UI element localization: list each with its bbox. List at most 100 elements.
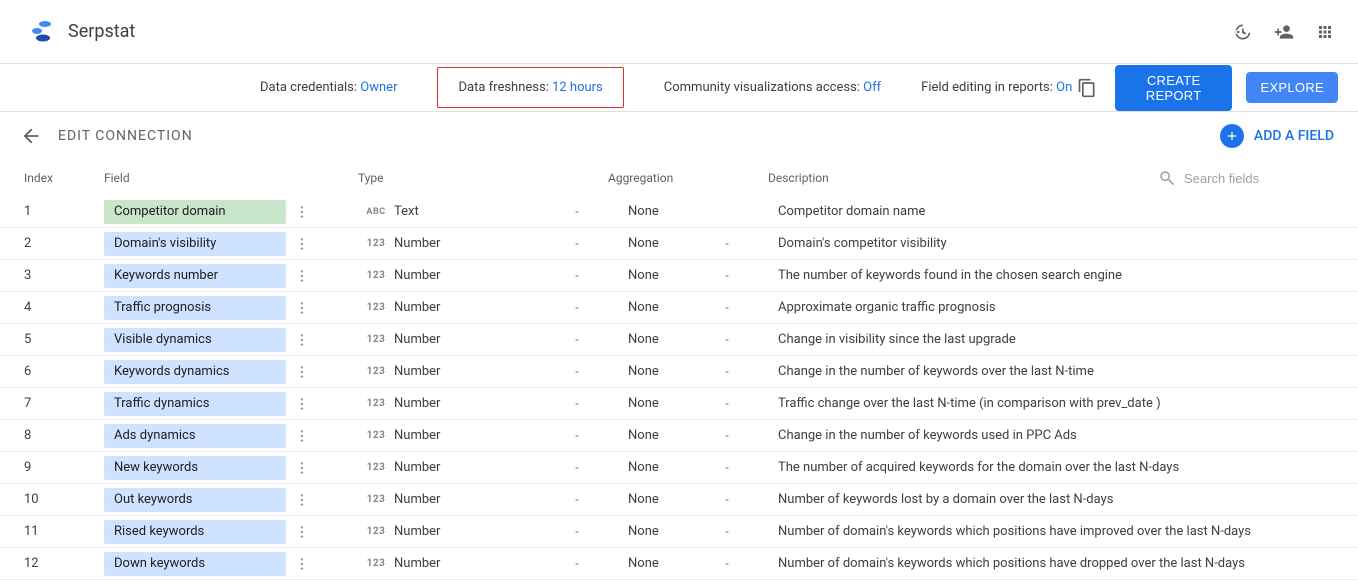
more-vert-icon[interactable] (294, 460, 310, 476)
more-vert-icon[interactable] (294, 524, 310, 540)
aggregation-cell[interactable]: None (608, 396, 758, 411)
type-cell[interactable]: 123Number (358, 364, 608, 379)
field-chip[interactable]: Traffic prognosis (104, 296, 286, 320)
field-chip[interactable]: Rised keywords (104, 520, 286, 544)
chevron-down-icon[interactable] (722, 495, 758, 505)
search-fields[interactable] (1158, 169, 1338, 187)
back-arrow-icon[interactable] (20, 125, 42, 147)
field-chip[interactable]: Out keywords (104, 488, 286, 512)
more-vert-icon[interactable] (294, 396, 310, 412)
type-cell[interactable]: 123Number (358, 300, 608, 315)
more-vert-icon[interactable] (294, 332, 310, 348)
row-index: 5 (24, 332, 104, 347)
table-row: 2Domain's visibility123NumberNoneDomain'… (0, 228, 1358, 260)
copy-icon[interactable] (1072, 70, 1101, 106)
chevron-down-icon[interactable] (572, 207, 608, 217)
description-cell: The number of acquired keywords for the … (758, 460, 1338, 475)
chevron-down-icon[interactable] (722, 463, 758, 473)
more-vert-icon[interactable] (294, 236, 310, 252)
type-cell[interactable]: 123Number (358, 268, 608, 283)
setting-field-editing[interactable]: Field editing in reports: On (921, 80, 1072, 95)
type-label: Number (394, 236, 572, 251)
chevron-down-icon[interactable] (722, 559, 758, 569)
add-field-button[interactable]: ADD A FIELD (1220, 124, 1334, 148)
more-vert-icon[interactable] (294, 428, 310, 444)
more-vert-icon[interactable] (294, 492, 310, 508)
aggregation-cell[interactable]: None (608, 492, 758, 507)
field-chip[interactable]: New keywords (104, 456, 286, 480)
aggregation-cell[interactable]: None (608, 524, 758, 539)
aggregation-cell[interactable]: None (608, 460, 758, 475)
more-vert-icon[interactable] (294, 268, 310, 284)
chevron-down-icon[interactable] (572, 239, 608, 249)
type-cell[interactable]: 123Number (358, 492, 608, 507)
type-cell[interactable]: 123Number (358, 524, 608, 539)
chevron-down-icon[interactable] (572, 495, 608, 505)
aggregation-cell[interactable]: None (608, 364, 758, 379)
more-vert-icon[interactable] (294, 204, 310, 220)
field-chip[interactable]: Ads dynamics (104, 424, 286, 448)
type-cell[interactable]: ABCText (358, 204, 608, 219)
row-index: 9 (24, 460, 104, 475)
explore-button[interactable]: Explore (1246, 72, 1338, 103)
chevron-down-icon[interactable] (572, 335, 608, 345)
aggregation-label: None (608, 332, 722, 347)
aggregation-cell[interactable]: None (608, 268, 758, 283)
chevron-down-icon[interactable] (572, 463, 608, 473)
chevron-down-icon[interactable] (572, 559, 608, 569)
field-chip[interactable]: Keywords dynamics (104, 360, 286, 384)
chevron-down-icon[interactable] (572, 271, 608, 281)
row-index: 1 (24, 204, 104, 219)
chevron-down-icon[interactable] (572, 399, 608, 409)
brand-title: Serpstat (68, 21, 135, 42)
setting-data-freshness[interactable]: Data freshness: 12 hours (437, 67, 623, 108)
chevron-down-icon[interactable] (572, 303, 608, 313)
chevron-down-icon[interactable] (572, 431, 608, 441)
field-chip[interactable]: Domain's visibility (104, 232, 286, 256)
editbar: EDIT CONNECTION ADD A FIELD (0, 112, 1358, 160)
chevron-down-icon[interactable] (722, 271, 758, 281)
field-chip[interactable]: Traffic dynamics (104, 392, 286, 416)
aggregation-cell[interactable]: None (608, 556, 758, 571)
aggregation-cell[interactable]: None (608, 300, 758, 315)
more-vert-icon[interactable] (294, 556, 310, 572)
aggregation-cell[interactable]: None (608, 428, 758, 443)
aggregation-cell[interactable]: None (608, 332, 758, 347)
table-row: 4Traffic prognosis123NumberNoneApproxima… (0, 292, 1358, 324)
setting-data-credentials[interactable]: Data credentials: Owner (260, 80, 397, 95)
add-person-icon[interactable] (1274, 22, 1294, 42)
description-cell: Traffic change over the last N-time (in … (758, 396, 1338, 411)
create-report-button[interactable]: Create Report (1115, 65, 1233, 111)
setting-label: Field editing in reports: (921, 80, 1056, 95)
more-vert-icon[interactable] (294, 300, 310, 316)
chevron-down-icon[interactable] (722, 431, 758, 441)
type-cell[interactable]: 123Number (358, 556, 608, 571)
chevron-down-icon[interactable] (572, 367, 608, 377)
field-chip[interactable]: Keywords number (104, 264, 286, 288)
apps-grid-icon[interactable] (1316, 23, 1334, 41)
row-index: 8 (24, 428, 104, 443)
description-cell: Number of domain's keywords which positi… (758, 524, 1338, 539)
field-chip[interactable]: Down keywords (104, 552, 286, 576)
more-vert-icon[interactable] (294, 364, 310, 380)
chevron-down-icon[interactable] (722, 399, 758, 409)
type-cell[interactable]: 123Number (358, 428, 608, 443)
type-cell[interactable]: 123Number (358, 236, 608, 251)
chevron-down-icon[interactable] (722, 367, 758, 377)
chevron-down-icon[interactable] (722, 335, 758, 345)
field-chip[interactable]: Competitor domain (104, 200, 286, 224)
aggregation-cell[interactable]: None (608, 236, 758, 251)
field-chip[interactable]: Visible dynamics (104, 328, 286, 352)
type-cell[interactable]: 123Number (358, 460, 608, 475)
type-cell[interactable]: 123Number (358, 396, 608, 411)
chevron-down-icon[interactable] (722, 527, 758, 537)
type-cell[interactable]: 123Number (358, 332, 608, 347)
search-input[interactable] (1184, 171, 1314, 186)
type-label: Number (394, 332, 572, 347)
chevron-down-icon[interactable] (572, 527, 608, 537)
setting-community-viz[interactable]: Community visualizations access: Off (664, 80, 881, 95)
chevron-down-icon[interactable] (722, 303, 758, 313)
chevron-down-icon[interactable] (722, 239, 758, 249)
table-row: 8Ads dynamics123NumberNoneChange in the … (0, 420, 1358, 452)
history-icon[interactable] (1232, 22, 1252, 42)
